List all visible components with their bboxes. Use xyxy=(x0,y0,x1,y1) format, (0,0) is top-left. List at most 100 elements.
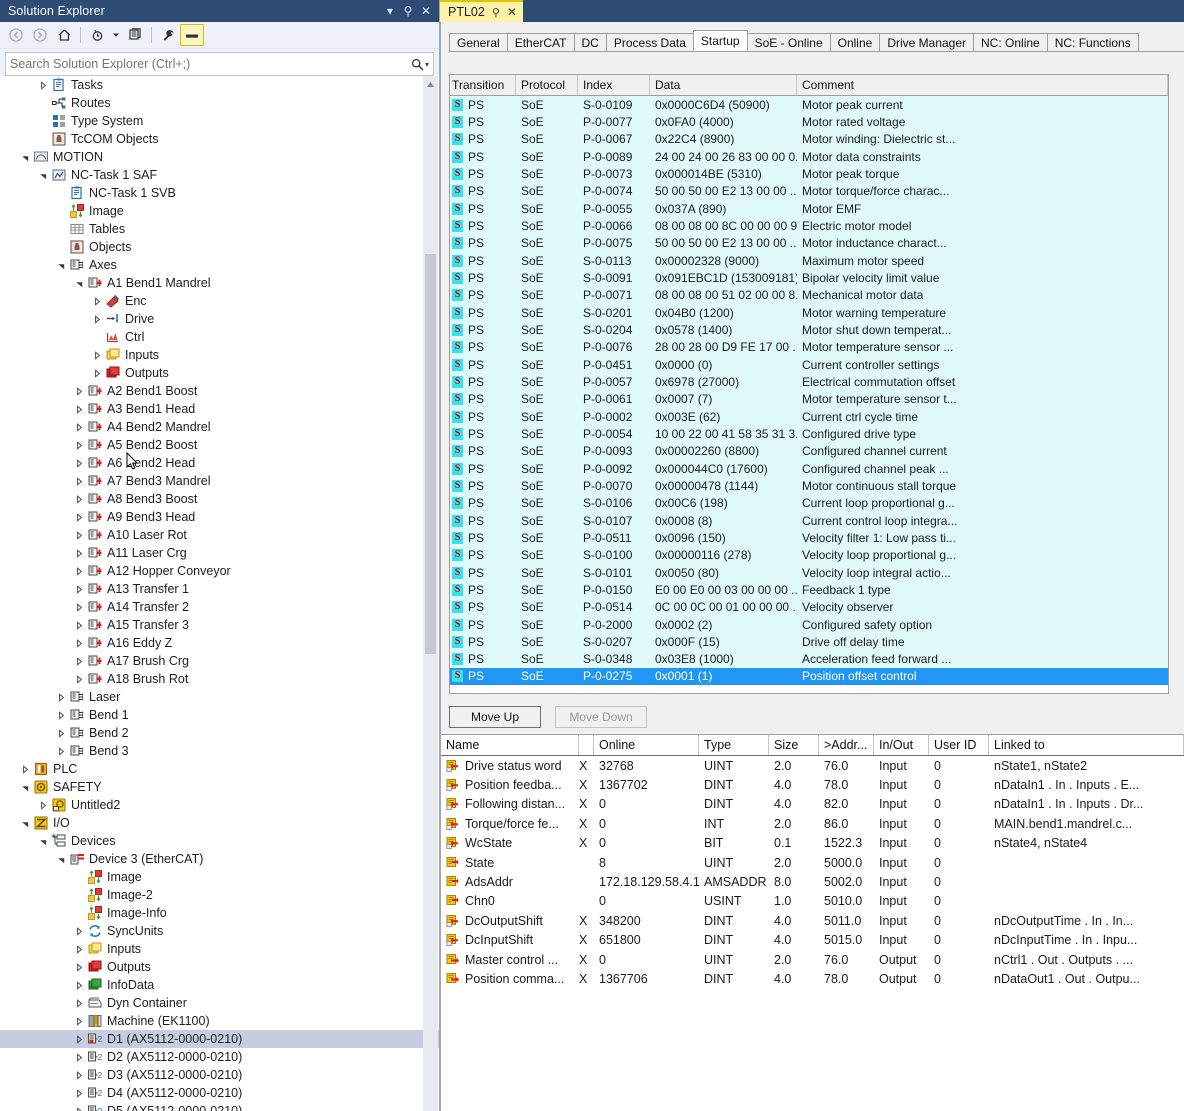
chevron-right-icon[interactable] xyxy=(72,994,86,1012)
chevron-right-icon[interactable] xyxy=(36,796,50,814)
scroll-up-arrow[interactable] xyxy=(423,76,438,92)
tab-startup[interactable]: Startup xyxy=(692,30,748,51)
tree-item-d2-ax5112-0000-0210[interactable]: 2 D2 (AX5112-0000-0210) xyxy=(0,1048,439,1066)
tree-item-infodata[interactable]: InfoData xyxy=(0,976,439,994)
table-row[interactable]: Torque/force fe... X 0 INT 2.0 86.0 Input 0 MAIN… xyxy=(441,814,1184,833)
home-icon[interactable] xyxy=(52,24,76,46)
tree-item-a18-brush-rot[interactable]: A18 Brush Rot xyxy=(0,670,439,688)
column-header-userid[interactable]: User ID xyxy=(929,735,989,755)
startup-row[interactable]: S PS SoE P-0-0076 28 00 28 00 D9 FE 17 00 ..… xyxy=(450,338,1168,356)
close-icon[interactable]: ✕ xyxy=(417,4,435,18)
startup-row[interactable]: S PS SoE P-0-0054 10 00 22 00 41 58 35 31 3.… xyxy=(450,425,1168,443)
column-header-comment[interactable]: Comment xyxy=(797,75,1168,95)
startup-row[interactable]: S PS SoE S-0-0106 0x00C6 (198) Current loop p… xyxy=(450,494,1168,512)
document-tab-ptl02[interactable]: PTL02 ⚲ ✕ xyxy=(440,0,523,22)
tree-item-motion[interactable]: MOTION xyxy=(0,148,439,166)
chevron-right-icon[interactable] xyxy=(72,634,86,652)
tree-item-d3-ax5112-0000-0210[interactable]: 2 D3 (AX5112-0000-0210) xyxy=(0,1066,439,1084)
startup-row[interactable]: S PS SoE S-0-0091 0x091EBC1D (153009181) Bipo… xyxy=(450,269,1168,287)
tree-item-d4-ax5112-0000-0210[interactable]: 2 D4 (AX5112-0000-0210) xyxy=(0,1084,439,1102)
tree-item-a7-bend3-mandrel[interactable]: A7 Bend3 Mandrel xyxy=(0,472,439,490)
startup-row[interactable]: S PS SoE S-0-0113 0x00002328 (9000) Maximum m… xyxy=(450,251,1168,270)
chevron-right-icon[interactable] xyxy=(90,364,104,382)
table-row[interactable]: Chn0 0 USINT 1.0 5010.0 Input 0 xyxy=(441,892,1184,911)
tree-item-inputs[interactable]: Inputs xyxy=(0,940,439,958)
startup-row[interactable]: S PS SoE P-0-0150 E0 00 E0 00 03 00 00 00 ..… xyxy=(450,581,1168,599)
tab-soe-online[interactable]: SoE - Online xyxy=(746,33,831,51)
startup-row[interactable]: S PS SoE P-0-0089 24 00 24 00 26 83 00 00 0.… xyxy=(450,147,1168,166)
show-all-files-icon[interactable] xyxy=(123,24,147,46)
startup-row[interactable]: S PS SoE P-0-0093 0x00002260 (8800) Configure… xyxy=(450,442,1168,460)
chevron-right-icon[interactable] xyxy=(72,436,86,454)
chevron-right-icon[interactable] xyxy=(72,508,86,526)
startup-row[interactable]: S PS SoE P-0-0057 0x6978 (27000) Electrical c… xyxy=(450,373,1168,391)
column-header-type[interactable]: Type xyxy=(699,735,769,755)
startup-row[interactable]: S PS SoE P-0-0071 08 00 08 00 51 02 00 00 8.… xyxy=(450,286,1168,304)
tree-item-device-3-ethercat[interactable]: Device 3 (EtherCAT) xyxy=(0,850,439,868)
chevron-right-icon[interactable] xyxy=(72,544,86,562)
tree-item-tccom-objects[interactable]: TcCOM Objects xyxy=(0,130,439,148)
chevron-right-icon[interactable] xyxy=(54,742,68,760)
table-row[interactable]: State 8 UINT 2.0 5000.0 Input 0 xyxy=(441,853,1184,872)
chevron-right-icon[interactable] xyxy=(72,598,86,616)
search-icon[interactable]: ▾ xyxy=(407,58,433,71)
startup-row[interactable]: S PS SoE P-0-0511 0x0096 (150) Velocity filte… xyxy=(450,529,1168,547)
startup-row[interactable]: S PS SoE P-0-0055 0x037A (890) Motor EMF xyxy=(450,199,1168,218)
properties-wrench-icon[interactable] xyxy=(156,24,180,46)
chevron-down-icon[interactable] xyxy=(18,778,32,796)
tree-item-d5-ax5112-0000-0210[interactable]: 2 D5 (AX5112-0000-0210) xyxy=(0,1102,439,1111)
tree-item-dyn-container[interactable]: Dyn Container xyxy=(0,994,439,1012)
chevron-right-icon[interactable] xyxy=(54,724,68,742)
panel-dropdown-icon[interactable]: ▾ xyxy=(381,4,399,18)
table-row[interactable]: WcState X 0 BIT 0.1 1522.3 Input 0 nState4, nSta… xyxy=(441,834,1184,853)
chevron-right-icon[interactable] xyxy=(72,400,86,418)
tree-item-a5-bend2-boost[interactable]: A5 Bend2 Boost xyxy=(0,436,439,454)
chevron-right-icon[interactable] xyxy=(72,976,86,994)
table-row[interactable]: AdsAddr 172.18.129.58.4.1:1... AMSADDR 8.0 5… xyxy=(441,872,1184,891)
chevron-down-icon[interactable] xyxy=(18,814,32,832)
tree-item-nc-task-1-svb[interactable]: NC-Task 1 SVB xyxy=(0,184,439,202)
startup-list-grid[interactable]: Transition Protocol Index Data Comment S… xyxy=(449,74,1169,694)
chevron-right-icon[interactable] xyxy=(54,688,68,706)
move-up-button[interactable]: Move Up xyxy=(449,706,541,728)
tree-item-outputs[interactable]: Outputs xyxy=(0,958,439,976)
chevron-right-icon[interactable] xyxy=(72,454,86,472)
table-row[interactable]: Position feedba... X 1367702 DINT 4.0 78.0 Inp… xyxy=(441,775,1184,794)
startup-row[interactable]: S PS SoE S-0-0348 0x03E8 (1000) Acceleration … xyxy=(450,650,1168,668)
tree-item-a17-brush-crg[interactable]: A17 Brush Crg xyxy=(0,652,439,670)
column-header-transition[interactable]: Transition xyxy=(450,75,516,95)
chevron-down-icon[interactable] xyxy=(36,832,50,850)
chevron-right-icon[interactable] xyxy=(54,706,68,724)
table-row[interactable]: DcInputShift X 651800 DINT 4.0 5015.0 Input 0 nD… xyxy=(441,931,1184,950)
tree-item-outputs[interactable]: Outputs xyxy=(0,364,439,382)
column-header-addr[interactable]: >Addr... xyxy=(819,735,874,755)
chevron-right-icon[interactable] xyxy=(72,472,86,490)
chevron-down-icon[interactable] xyxy=(72,274,86,292)
tree-item-a3-bend1-head[interactable]: A3 Bend1 Head xyxy=(0,400,439,418)
table-row[interactable]: Drive status word X 32768 UINT 2.0 76.0 Input 0… xyxy=(441,756,1184,775)
tree-item-a10-laser-rot[interactable]: A10 Laser Rot xyxy=(0,526,439,544)
startup-row[interactable]: S PS SoE P-0-0066 08 00 08 00 8C 00 00 00 9.… xyxy=(450,217,1168,235)
chevron-right-icon[interactable] xyxy=(72,1066,86,1084)
startup-row[interactable]: S PS SoE P-0-0070 0x00000478 (1144) Motor con… xyxy=(450,477,1168,495)
tree-item-a11-laser-crg[interactable]: A11 Laser Crg xyxy=(0,544,439,562)
document-pin-icon[interactable]: ⚲ xyxy=(492,6,500,19)
column-header-index[interactable]: Index xyxy=(578,75,650,95)
column-header-linkedto[interactable]: Linked to xyxy=(989,735,1184,755)
chevron-down-icon[interactable] xyxy=(54,850,68,868)
tree-item-a14-transfer-2[interactable]: A14 Transfer 2 xyxy=(0,598,439,616)
tab-process-data[interactable]: Process Data xyxy=(605,33,694,51)
tree-item-a1-bend1-mandrel[interactable]: A1 Bend1 Mandrel xyxy=(0,274,439,292)
tree-item-i-o[interactable]: I/O xyxy=(0,814,439,832)
tree-item-a13-transfer-1[interactable]: A13 Transfer 1 xyxy=(0,580,439,598)
chevron-right-icon[interactable] xyxy=(72,940,86,958)
column-header-inout[interactable]: In/Out xyxy=(874,735,929,755)
startup-row[interactable]: S PS SoE P-0-0275 0x0001 (1) Position offset … xyxy=(450,667,1168,686)
chevron-right-icon[interactable] xyxy=(72,1084,86,1102)
tree-item-safety[interactable]: SAFETY xyxy=(0,778,439,796)
startup-row[interactable]: S PS SoE S-0-0204 0x0578 (1400) Motor shut do… xyxy=(450,321,1168,339)
chevron-right-icon[interactable] xyxy=(72,616,86,634)
tree-item-axes[interactable]: Axes xyxy=(0,256,439,274)
chevron-right-icon[interactable] xyxy=(36,76,50,94)
tree-item-machine-ek1100[interactable]: Machine (EK1100) xyxy=(0,1012,439,1030)
